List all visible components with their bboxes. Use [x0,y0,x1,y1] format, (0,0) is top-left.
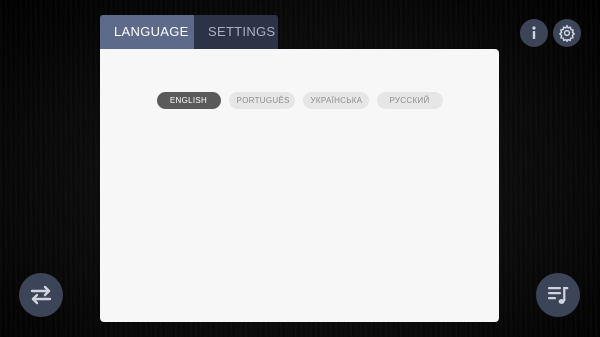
swap-arrows-icon [30,285,52,305]
language-options: ENGLISH PORTUGUÊS УКРАЇНСЬКА РУССКИЙ [100,92,499,109]
language-option-ukrainian[interactable]: УКРАЇНСЬКА [302,92,369,109]
info-button[interactable] [520,19,548,47]
tab-settings[interactable]: SETTINGS [194,15,278,49]
playlist-button[interactable] [536,273,580,317]
settings-button[interactable] [553,19,581,47]
language-option-russian[interactable]: РУССКИЙ [376,92,443,109]
tab-language[interactable]: LANGUAGE [100,15,194,49]
swap-button[interactable] [19,273,63,317]
info-icon [532,26,536,39]
app-screen: LANGUAGE SETTINGS ENGLISH PORTUGUÊS УКРА… [0,0,600,337]
language-panel: ENGLISH PORTUGUÊS УКРАЇНСЬКА РУССКИЙ [100,49,499,322]
gear-icon [558,24,576,42]
language-option-portugues[interactable]: PORTUGUÊS [228,92,295,109]
tab-bar: LANGUAGE SETTINGS [100,15,278,49]
playlist-music-icon [548,287,569,304]
language-option-english[interactable]: ENGLISH [156,92,221,109]
